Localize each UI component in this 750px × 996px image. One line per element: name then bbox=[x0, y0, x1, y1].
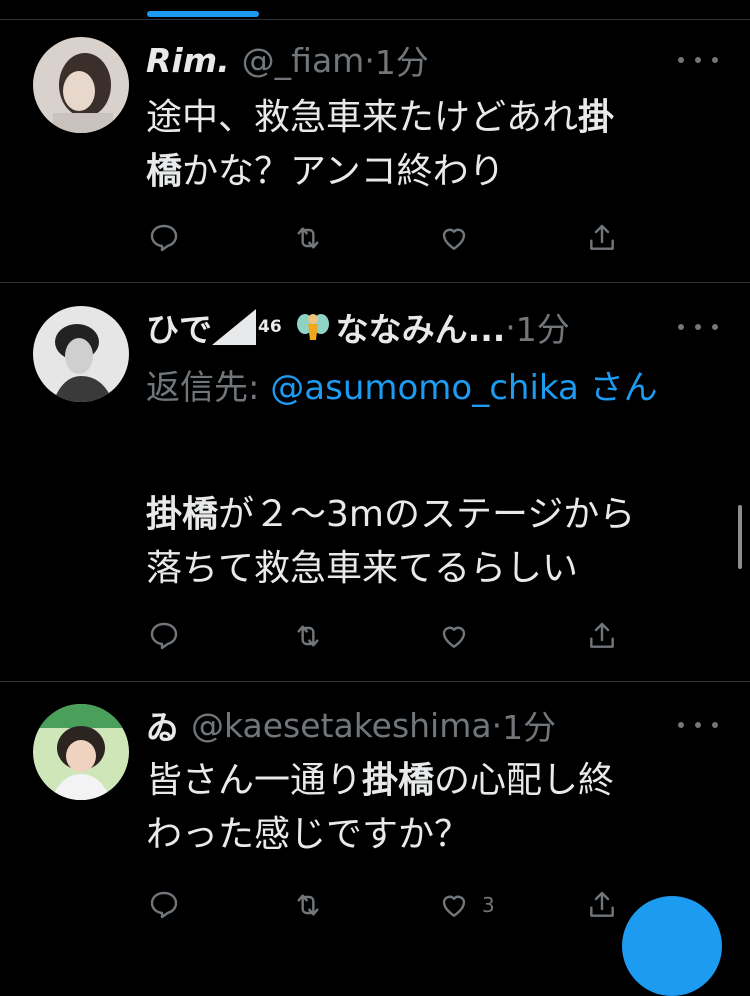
text-segment: が２～3mのステージから bbox=[218, 494, 636, 535]
reply-label: 返信先: bbox=[146, 368, 271, 408]
fairy-icon bbox=[296, 314, 329, 340]
reply-handle-link[interactable]: @asumomo_chika bbox=[270, 368, 579, 408]
tweet-2[interactable]: ひで 46 ななみん... · 1分 返信先: @asumomo_chika さ… bbox=[0, 284, 750, 682]
text-segment: 皆さん一通り bbox=[146, 760, 363, 801]
retweet-icon bbox=[297, 625, 319, 647]
tab-indicator bbox=[147, 11, 259, 17]
reply-context: 返信先: @asumomo_chika さん bbox=[146, 362, 710, 414]
action-bar bbox=[146, 218, 626, 258]
text-bold: 掛橋 bbox=[146, 494, 219, 535]
text-bold: 橋 bbox=[146, 151, 183, 192]
display-name[interactable]: Rim. bbox=[146, 41, 230, 80]
name-superscript: 46 bbox=[258, 317, 282, 337]
action-bar: 3 bbox=[146, 885, 626, 925]
retweet-button[interactable] bbox=[292, 616, 324, 656]
reply-button[interactable] bbox=[148, 218, 180, 258]
text-bold: 掛橋 bbox=[362, 760, 435, 801]
retweet-button[interactable] bbox=[292, 218, 324, 258]
share-button[interactable] bbox=[586, 218, 618, 258]
more-icon[interactable] bbox=[678, 715, 718, 735]
tweet-header: ひで 46 ななみん... · 1分 bbox=[146, 305, 670, 350]
share-icon bbox=[590, 891, 614, 917]
tweet-1[interactable]: Rim. @_fiam · 1分 途中、救急車来たけどあれ掛 橋かな？アンコ終わ… bbox=[0, 20, 750, 284]
like-icon bbox=[442, 626, 466, 648]
scrollbar[interactable] bbox=[738, 505, 742, 569]
separator-dot: · bbox=[491, 705, 503, 745]
share-button[interactable] bbox=[586, 885, 618, 925]
share-icon bbox=[590, 224, 614, 250]
timestamp[interactable]: 1分 bbox=[516, 305, 570, 349]
like-button[interactable] bbox=[438, 616, 470, 656]
text-segment: の心配し終 bbox=[434, 760, 615, 801]
avatar[interactable] bbox=[33, 704, 129, 800]
share-icon bbox=[590, 622, 614, 648]
user-handle[interactable]: @_fiam bbox=[242, 41, 365, 80]
signal-icon bbox=[212, 309, 256, 345]
display-name[interactable]: ひで bbox=[146, 305, 212, 349]
reply-button[interactable] bbox=[148, 616, 180, 656]
tweet-header: Rim. @_fiam · 1分 bbox=[146, 38, 670, 83]
like-icon bbox=[442, 228, 466, 250]
timestamp[interactable]: 1分 bbox=[375, 38, 429, 82]
text-segment: 落ちて救急車来てるらしい bbox=[146, 548, 579, 589]
like-icon bbox=[442, 895, 466, 917]
text-segment: 途中、救急車来たけどあれ bbox=[146, 97, 579, 138]
more-icon[interactable] bbox=[678, 50, 718, 70]
reply-icon bbox=[150, 891, 178, 919]
text-bold: 掛 bbox=[578, 97, 615, 138]
tweet-text: 掛橋が２～3mのステージから 落ちて救急車来てるらしい bbox=[146, 488, 710, 596]
text-segment: わった感じですか？ bbox=[146, 814, 471, 855]
reply-icon bbox=[150, 224, 178, 252]
separator-dot: · bbox=[364, 40, 375, 80]
text-segment: かな？アンコ終わり bbox=[182, 151, 505, 192]
reply-suffix[interactable]: さん bbox=[579, 368, 658, 408]
user-handle[interactable]: @kaesetakeshima bbox=[191, 706, 492, 745]
reply-icon bbox=[150, 622, 178, 650]
retweet-button[interactable] bbox=[292, 885, 324, 925]
display-name[interactable]: ゐ bbox=[146, 703, 179, 747]
separator-dot: · bbox=[505, 307, 516, 347]
like-button[interactable]: 3 bbox=[438, 885, 495, 925]
more-icon[interactable] bbox=[678, 317, 718, 337]
compose-fab-button[interactable] bbox=[622, 896, 722, 996]
retweet-icon bbox=[297, 227, 319, 249]
display-name-suffix[interactable]: ななみん... bbox=[336, 305, 506, 349]
timestamp[interactable]: 1分 bbox=[502, 703, 556, 747]
tweet-3[interactable]: ゐ @kaesetakeshima · 1分 皆さん一通り掛橋の心配し終 わった… bbox=[0, 682, 750, 922]
avatar[interactable] bbox=[33, 37, 129, 133]
like-button[interactable] bbox=[438, 218, 470, 258]
divider bbox=[0, 282, 750, 283]
tweet-header: ゐ @kaesetakeshima · 1分 bbox=[146, 703, 670, 748]
like-count: 3 bbox=[482, 893, 495, 917]
tweet-text: 皆さん一通り掛橋の心配し終 わった感じですか？ bbox=[146, 754, 710, 862]
share-button[interactable] bbox=[586, 616, 618, 656]
reply-button[interactable] bbox=[148, 885, 180, 925]
avatar[interactable] bbox=[33, 306, 129, 402]
tweet-text: 途中、救急車来たけどあれ掛 橋かな？アンコ終わり bbox=[146, 91, 710, 199]
action-bar bbox=[146, 616, 626, 656]
retweet-icon bbox=[297, 894, 319, 916]
